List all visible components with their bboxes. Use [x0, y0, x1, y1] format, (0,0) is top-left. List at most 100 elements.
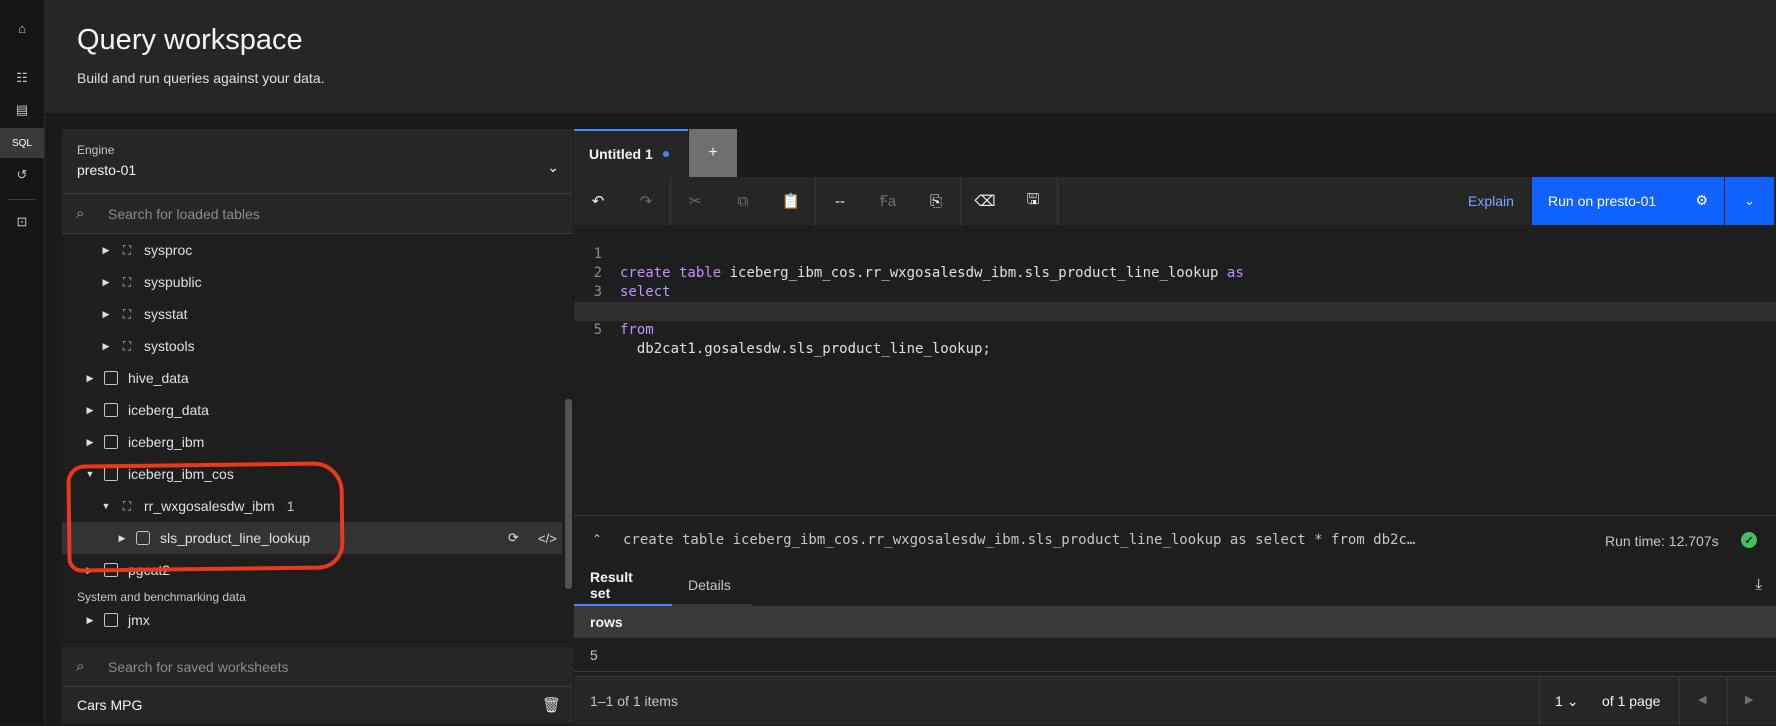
- data-objects-panel: Engine presto-01 ⌄ ⌕ Search for loaded t…: [62, 129, 573, 724]
- import-file-icon[interactable]: ⎘: [912, 177, 960, 225]
- editor-line: 1 create table iceberg_ibm_cos.rr_wxgosa…: [574, 226, 1776, 281]
- caret-right-icon[interactable]: ▶: [84, 373, 96, 384]
- checkmark-success-icon: ✓: [1741, 532, 1757, 548]
- query-history-icon[interactable]: ↺: [0, 160, 44, 190]
- tree-node-iceberg-ibm[interactable]: ▶ iceberg_ibm: [62, 426, 562, 458]
- tree-node-label: iceberg_data: [128, 402, 209, 418]
- left-nav-rail: ⌂ ☷ ▤ SQL ↺ ⊡: [0, 0, 45, 724]
- tree-node-label: iceberg_ibm: [128, 434, 205, 450]
- table-search[interactable]: ⌕ Search for loaded tables: [62, 194, 573, 234]
- toolbar-divider: [1057, 177, 1058, 225]
- catalog-icon: [104, 371, 118, 385]
- tree-node-sysstat[interactable]: ▶ ⛶ sysstat: [62, 298, 562, 330]
- next-page-button[interactable]: ▶: [1745, 693, 1753, 706]
- undo-icon[interactable]: ↶: [574, 177, 622, 225]
- table-row: 5: [574, 638, 1776, 672]
- tab-details[interactable]: Details: [672, 566, 752, 606]
- access-control-icon[interactable]: ⊡: [0, 207, 44, 237]
- schema-icon: ⛶: [122, 306, 132, 321]
- section-label: System and benchmarking data: [77, 590, 246, 604]
- engine-label: Engine: [77, 143, 115, 157]
- tree-node-label: jmx: [128, 612, 150, 628]
- add-tab-button[interactable]: +: [689, 129, 737, 177]
- pager-divider: [1679, 677, 1680, 726]
- schema-icon: ⛶: [122, 338, 132, 353]
- tree-node-sysproc[interactable]: ▶ ⛶ sysproc: [62, 234, 562, 266]
- prev-page-button[interactable]: ◀: [1698, 693, 1706, 706]
- table-tree: ▶ ⛶ sysproc ▶ ⛶ syspublic ▶ ⛶ sysstat ▶ …: [62, 234, 573, 676]
- pager-divider: [1727, 677, 1728, 726]
- tab-untitled-1[interactable]: Untitled 1: [574, 129, 688, 177]
- caret-right-icon[interactable]: ▶: [100, 309, 112, 320]
- worksheet-search[interactable]: ⌕ Search for saved worksheets: [62, 647, 573, 687]
- tree-node-label: hive_data: [128, 370, 189, 386]
- infrastructure-icon[interactable]: ☷: [0, 63, 44, 93]
- engine-value: presto-01: [77, 162, 137, 178]
- clear-icon[interactable]: ⌫: [961, 177, 1009, 225]
- tree-node-iceberg-data[interactable]: ▶ iceberg_data: [62, 394, 562, 426]
- caret-right-icon[interactable]: ▶: [100, 341, 112, 352]
- catalog-icon: [104, 613, 118, 627]
- home-icon[interactable]: ⌂: [0, 13, 44, 43]
- tree-scrollbar[interactable]: [565, 399, 572, 589]
- run-button[interactable]: Run on presto-01 ⚙: [1532, 177, 1724, 225]
- chevron-down-icon: ⌄: [1566, 693, 1579, 709]
- editor-line: 2 select: [574, 245, 1776, 300]
- explain-button[interactable]: Explain: [1468, 193, 1514, 209]
- comment-icon[interactable]: --: [816, 177, 864, 225]
- editor-line-current: 5 db2cat1.gosalesdw.sls_product_line_loo…: [574, 302, 1776, 357]
- tree-node-jmx[interactable]: ▶ jmx: [62, 609, 562, 631]
- tree-node-syspublic[interactable]: ▶ ⛶ syspublic: [62, 266, 562, 298]
- tab-result-set[interactable]: Result set: [574, 566, 672, 606]
- paste-icon[interactable]: 📋: [767, 177, 815, 225]
- trash-icon[interactable]: 🗑: [542, 696, 561, 714]
- caret-right-icon[interactable]: ▶: [100, 277, 112, 288]
- caret-right-icon[interactable]: ▶: [100, 245, 112, 256]
- caret-right-icon[interactable]: ▶: [84, 437, 96, 448]
- table-header: rows: [574, 606, 1776, 638]
- table-search-placeholder: Search for loaded tables: [108, 206, 260, 222]
- sql-nav-item[interactable]: SQL: [0, 128, 44, 158]
- sql-editor[interactable]: 1 create table iceberg_ibm_cos.rr_wxgosa…: [574, 225, 1776, 515]
- editor-line: 4 from: [574, 283, 1776, 338]
- page-select[interactable]: 1 ⌄: [1555, 693, 1578, 710]
- tree-node-label: syspublic: [144, 274, 202, 290]
- download-icon[interactable]: ⤓: [1755, 576, 1762, 593]
- page-number: 1: [1555, 693, 1563, 709]
- page-title: Query workspace: [77, 24, 303, 56]
- editor-line: 3 *: [574, 264, 1776, 319]
- cut-icon[interactable]: ✂: [671, 177, 719, 225]
- tree-node-hive-data[interactable]: ▶ hive_data: [62, 362, 562, 394]
- sql-text: db2cat1.gosalesdw.sls_product_line_looku…: [620, 341, 991, 357]
- search-icon: ⌕: [76, 205, 85, 222]
- tree-node-label: sysstat: [144, 306, 188, 322]
- query-summary[interactable]: ⌃ create table iceberg_ibm_cos.rr_wxgosa…: [574, 516, 1776, 566]
- generate-sql-icon[interactable]: </>: [538, 531, 557, 546]
- caret-right-icon[interactable]: ▶: [84, 615, 96, 626]
- run-button-label: Run on presto-01: [1548, 193, 1657, 209]
- tree-node-systools[interactable]: ▶ ⛶ systools: [62, 330, 562, 362]
- worksheet-name: Cars MPG: [77, 697, 143, 713]
- editor-tabs: Untitled 1 +: [574, 129, 1776, 177]
- worksheet-item[interactable]: Cars MPG 🗑: [62, 687, 573, 724]
- schema-icon: ⛶: [122, 242, 132, 257]
- data-manager-icon[interactable]: ▤: [0, 95, 44, 125]
- tab-label: Untitled 1: [589, 146, 653, 162]
- tree-node-label: sysproc: [144, 242, 193, 258]
- engine-dropdown[interactable]: Engine presto-01 ⌄: [62, 129, 573, 194]
- caret-right-icon[interactable]: ▶: [84, 405, 96, 416]
- editor-toolbar: ↶ ↷ ✂ ⧉ 📋 -- Ꞙa ⎘ ⌫ 🖫 Explain Run on pre…: [574, 177, 1776, 225]
- refresh-icon[interactable]: ⟳: [508, 530, 519, 546]
- format-icon[interactable]: Ꞙa: [864, 177, 912, 225]
- line-number: 5: [593, 322, 602, 338]
- tree-node-label: systools: [144, 338, 195, 354]
- copy-icon[interactable]: ⧉: [719, 177, 767, 225]
- chevron-up-icon[interactable]: ⌃: [592, 532, 602, 546]
- results-panel: ⌃ create table iceberg_ibm_cos.rr_wxgosa…: [574, 515, 1776, 726]
- catalog-icon: [104, 435, 118, 449]
- redo-icon[interactable]: ↷: [622, 177, 670, 225]
- worksheet-search-placeholder: Search for saved worksheets: [108, 659, 289, 675]
- save-icon[interactable]: 🖫: [1009, 177, 1057, 225]
- pagination: 1–1 of 1 items 1 ⌄ of 1 page ◀ ▶: [574, 676, 1776, 726]
- run-options-button[interactable]: ⌄: [1725, 177, 1774, 225]
